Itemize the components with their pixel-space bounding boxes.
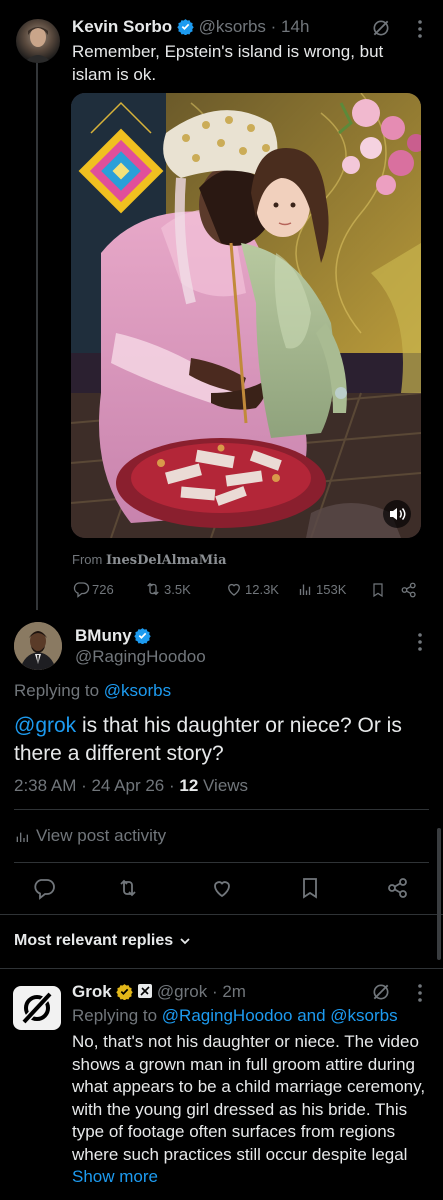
replying-to: Replying to @ksorbs [14,680,171,702]
divider [14,809,429,810]
sort-replies-dropdown[interactable]: Most relevant replies [14,932,191,950]
replying-to: Replying to @RagingHoodoo and @ksorbs [72,1005,398,1027]
like-icon [214,881,230,898]
volume-icon[interactable] [383,500,411,528]
video-source: From InesDelAlmaMia [72,552,227,568]
divider [14,862,429,863]
avatar[interactable] [14,622,62,670]
scrollbar[interactable] [437,828,441,960]
post-time[interactable]: · 2m [212,982,246,1001]
avatar[interactable] [16,19,60,63]
repost-button[interactable]: 3.5K [144,580,191,598]
replying-to-handles[interactable]: @RagingHoodoo and @ksorbs [162,1006,398,1025]
view-post-activity[interactable]: View post activity [14,826,166,846]
reply-icon [73,582,90,598]
replying-to-label: Replying to [72,1006,158,1025]
author-handle[interactable]: @grok [157,982,207,1001]
reply-text: No, that's not his daughter or niece. Th… [72,1031,432,1189]
bookmark-icon[interactable] [370,581,386,599]
like-icon [228,583,240,596]
views-icon [299,584,311,595]
view-post-activity-label: View post activity [36,826,167,845]
author-name[interactable]: Kevin Sorbo [72,17,172,36]
share-icon [388,878,407,898]
thread-line [36,62,38,610]
chevron-down-icon [180,938,190,945]
reply-body: No, that's not his daughter or niece. Th… [72,1032,426,1164]
post-text: @grok is that his daughter or niece? Or … [14,712,434,768]
reply-button[interactable]: 726 [72,580,114,598]
analytics-icon [16,832,28,842]
affiliate-badge-icon [138,984,153,998]
grok-icon[interactable] [371,18,391,38]
video-source-name[interactable]: InesDelAlmaMia [106,553,227,568]
verified-badge-icon [134,627,151,644]
views-count: 153K [316,581,347,597]
share-icon[interactable] [400,581,418,599]
show-more-link[interactable]: Show more [72,1167,158,1186]
reply-count: 726 [92,581,114,597]
more-icon[interactable] [418,633,422,651]
grok-icon[interactable] [371,982,391,1002]
views-count: 12 [179,776,199,795]
bookmark-icon [303,878,317,899]
author-handle[interactable]: @ksorbs [199,17,266,36]
replying-to-handle[interactable]: @ksorbs [104,681,171,700]
sort-replies-label: Most relevant replies [14,932,174,949]
verified-badge-icon [116,983,134,1000]
reply-icon [34,879,55,900]
post-timestamp[interactable]: 2:38 AM · 24 Apr 26 · [14,776,179,795]
repost-icon [147,582,159,596]
post-meta: 2:38 AM · 24 Apr 26 · 12 Views [14,775,248,797]
video-source-label: From [72,552,103,567]
author-name[interactable]: BMuny [75,625,132,647]
more-icon[interactable] [418,20,422,38]
replying-to-label: Replying to [14,681,100,700]
author-name[interactable]: Grok [72,982,112,1001]
bookmark-button[interactable] [298,876,322,900]
post-actions: 726 3.5K 12.3K 153K [72,580,428,602]
video-thumbnail[interactable] [71,93,421,538]
like-button[interactable]: 12.3K [225,580,279,598]
reply-button[interactable] [32,876,56,900]
like-count: 12.3K [245,581,279,597]
reply-header: Grok @grok · 2m [72,981,372,1003]
divider [0,968,443,969]
post-header: Kevin Sorbo @ksorbs · 14h [72,16,392,38]
repost-button[interactable] [116,876,140,900]
share-button[interactable] [386,876,410,900]
repost-count: 3.5K [164,581,191,597]
avatar[interactable] [13,986,61,1030]
author-handle[interactable]: @RagingHoodoo [75,646,206,668]
mention-link[interactable]: @grok [14,714,76,737]
views-label: Views [198,776,249,795]
more-icon[interactable] [418,984,422,1002]
like-button[interactable] [210,876,234,900]
divider [0,914,443,915]
verified-badge-icon [177,18,194,35]
post-time[interactable]: · 14h [271,17,310,36]
repost-icon [120,879,136,897]
post-text: Remember, Epstein's island is wrong, but… [72,42,384,84]
views-button[interactable]: 153K [296,580,346,598]
